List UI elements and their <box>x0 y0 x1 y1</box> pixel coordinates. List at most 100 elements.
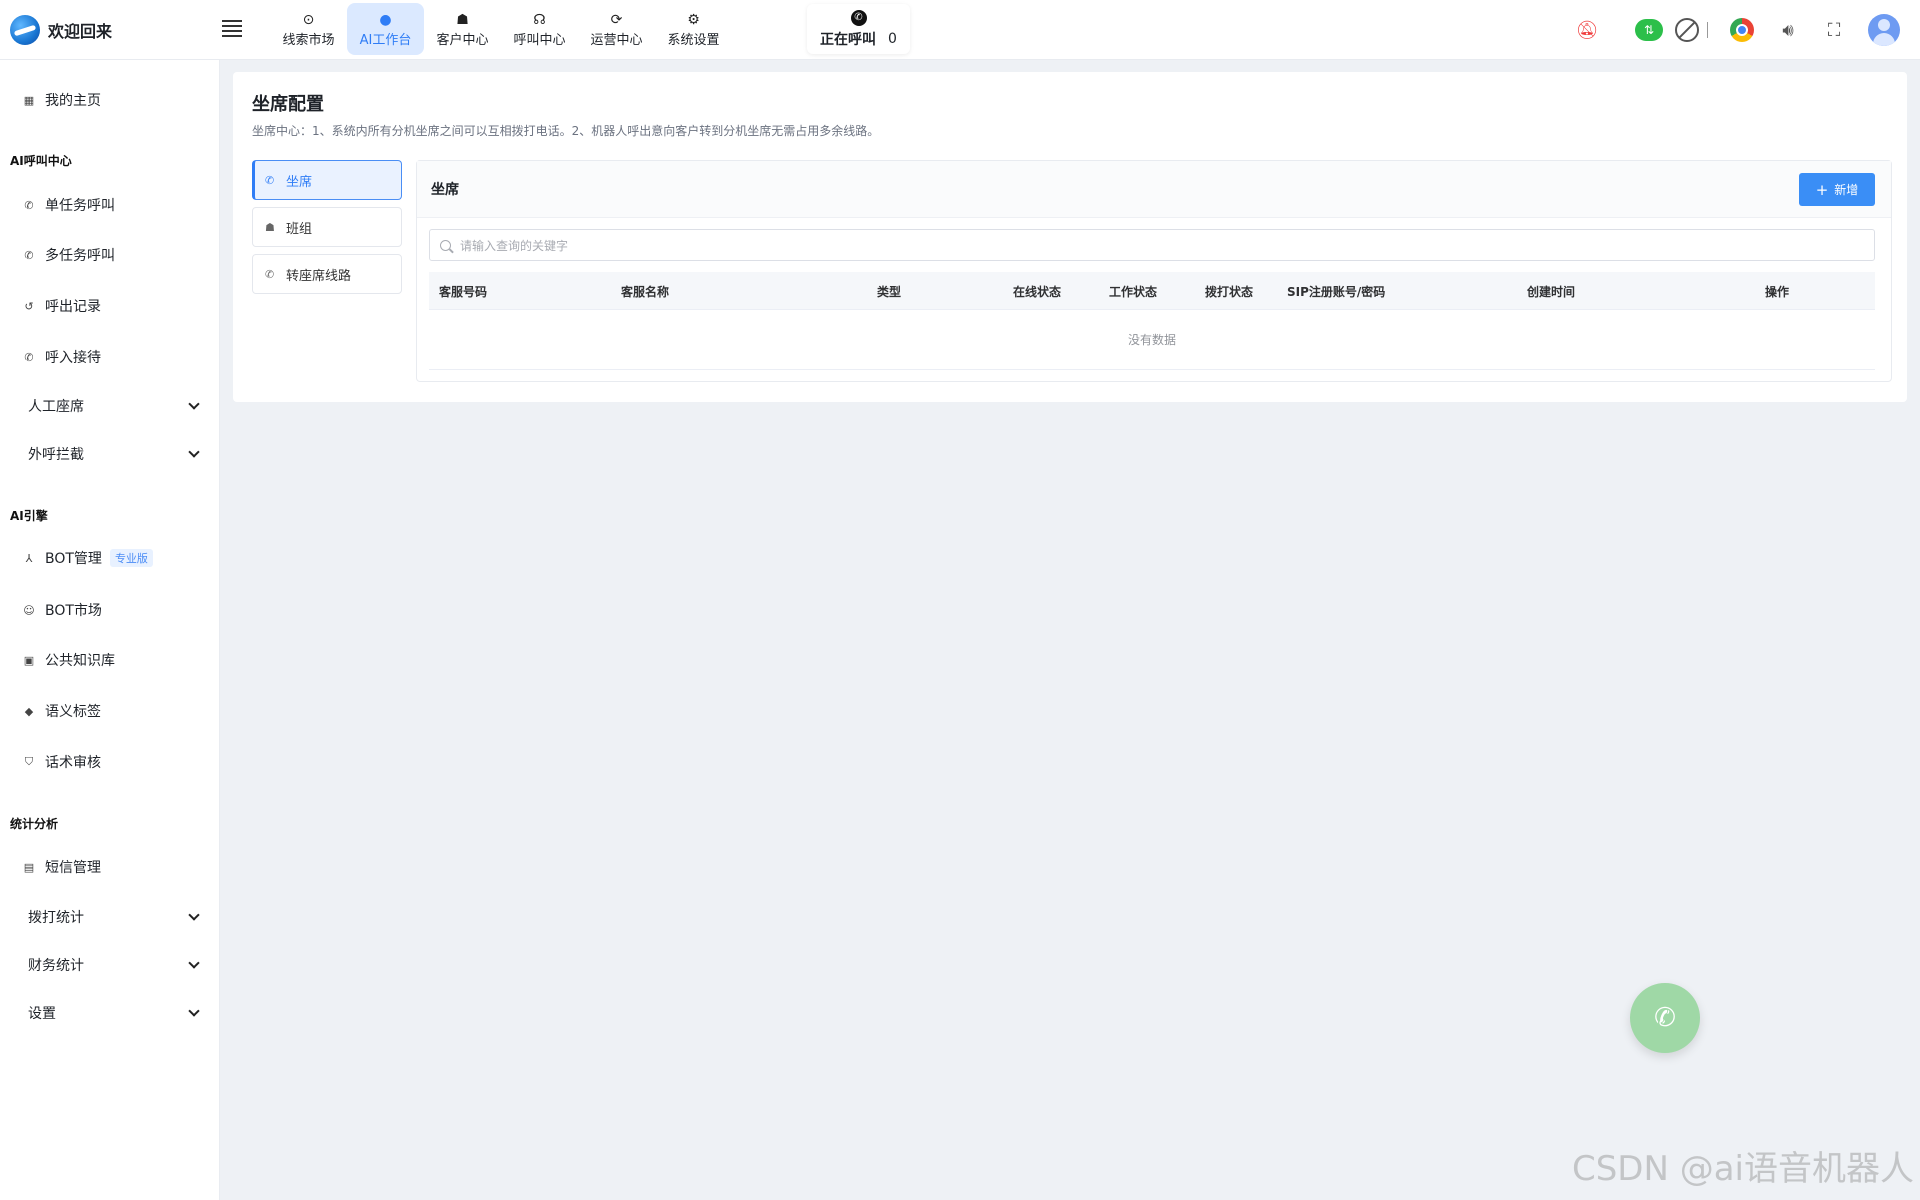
col-dial-status[interactable]: 拨打状态 <box>1205 283 1253 300</box>
watermark: CSDN @ai语音机器人 <box>1571 1149 1914 1189</box>
sidebar-item-script-review[interactable]: ⛉ 话术审核 <box>22 750 101 774</box>
nav-system-settings[interactable]: ⚙ 系统设置 <box>655 3 732 55</box>
nav-customer-center[interactable]: ☗ 客户中心 <box>424 3 501 55</box>
sidebar-item-single-task[interactable]: ✆ 单任务呼叫 <box>22 193 115 217</box>
cloud-sync-icon[interactable]: ⇅ <box>1635 19 1663 41</box>
sidebar-item-label: 多任务呼叫 <box>45 248 115 264</box>
header-actions: 🔕︎ ⇅ 🔊︎ ⛶ <box>1575 14 1900 46</box>
col-actions: 操作 <box>1765 285 1790 299</box>
nav-call-center[interactable]: ☊ 呼叫中心 <box>501 3 578 55</box>
tag-icon: ◆ <box>24 704 34 718</box>
group-icon: ☗ <box>265 220 275 234</box>
sidebar-item-multi-task[interactable]: ✆ 多任务呼叫 <box>22 243 115 267</box>
book-icon: ▣ <box>23 653 35 667</box>
menu-toggle-icon[interactable] <box>222 20 242 40</box>
nav-label: AI工作台 <box>359 32 412 48</box>
calling-count: 0 <box>888 30 897 47</box>
col-sip-account[interactable]: SIP注册账号/密码 <box>1287 283 1385 300</box>
sidebar-item-home[interactable]: ▦ 我的主页 <box>22 88 101 112</box>
history-icon: ↺ <box>24 299 34 313</box>
sidebar-item-public-kb[interactable]: ▣ 公共知识库 <box>22 648 115 672</box>
gear-icon: ⚙ <box>687 11 700 28</box>
sidebar-item-label: 人工座席 <box>28 399 84 415</box>
floating-call-button[interactable]: ✆ <box>1630 983 1700 1053</box>
tab-label: 班组 <box>286 221 313 237</box>
sidebar-item-label: 我的主页 <box>45 93 101 109</box>
nav-label: 呼叫中心 <box>513 32 566 48</box>
col-created-time[interactable]: 创建时间 <box>1527 283 1575 300</box>
nav-operations-center[interactable]: ⟳ 运营中心 <box>578 3 655 55</box>
brand-logo <box>10 15 40 45</box>
sidebar-item-finance-stats[interactable]: 财务统计 <box>28 953 200 977</box>
shield-icon: ⛉ <box>24 755 34 768</box>
fullscreen-icon[interactable]: ⛶ <box>1822 18 1846 42</box>
col-online-status[interactable]: 在线状态 <box>1013 283 1061 300</box>
brand[interactable]: 欢迎回来 <box>10 14 112 46</box>
col-type[interactable]: 类型 <box>877 283 901 300</box>
sidebar-group-ai-call: AI呼叫中心 <box>10 154 72 168</box>
search-icon <box>440 239 451 251</box>
sidebar-item-label: 设置 <box>28 1006 56 1022</box>
clue-icon: ⊙ <box>302 11 315 28</box>
chevron-down-icon <box>188 909 200 921</box>
calling-status[interactable]: ✆ 正在呼叫 0 <box>807 4 910 54</box>
dashboard-icon: ▦ <box>23 93 35 107</box>
volume-icon[interactable]: 🔊︎ <box>1776 18 1800 42</box>
sidebar-group-stats: 统计分析 <box>10 817 59 831</box>
sidebar-item-label: BOT市场 <box>45 603 102 619</box>
sidebar-item-dial-stats[interactable]: 拨打统计 <box>28 905 200 929</box>
add-button[interactable]: + 新增 <box>1799 173 1875 206</box>
phone-call-icon: ✆ <box>850 9 867 26</box>
sidebar-item-semantic-tags[interactable]: ◆ 语义标签 <box>22 699 101 723</box>
col-agent-name[interactable]: 客服名称 <box>621 283 669 300</box>
sidebar: ▦ 我的主页 AI呼叫中心 ✆ 单任务呼叫 ✆ 多任务呼叫 ↺ 呼出记录 ✆ 呼… <box>0 60 220 1200</box>
sidebar-item-label: 单任务呼叫 <box>45 198 115 214</box>
chevron-down-icon <box>188 957 200 969</box>
plus-icon: + <box>1815 180 1829 199</box>
sidebar-group-ai-engine: AI引擎 <box>10 509 48 523</box>
nav-clue-market[interactable]: ⊙ 线索市场 <box>270 3 347 55</box>
chevron-down-icon <box>188 398 200 410</box>
seat-config-card: 坐席配置 坐席中心：1、系统内所有分机坐席之间可以互相拨打电话。2、机器人呼出意… <box>233 72 1907 402</box>
sidebar-item-label: 呼出记录 <box>45 299 101 315</box>
headset-icon: ☊ <box>533 11 546 28</box>
table-header: 客服号码 客服名称 类型 在线状态 工作状态 拨打状态 SIP注册账号/密码 创… <box>429 272 1875 310</box>
col-agent-number[interactable]: 客服号码 <box>439 283 487 300</box>
sidebar-item-label: 公共知识库 <box>45 653 115 669</box>
sidebar-item-sms[interactable]: ▤ 短信管理 <box>22 855 101 879</box>
sidebar-item-bot-market[interactable]: ☺ BOT市场 <box>22 598 102 622</box>
do-not-disturb-icon[interactable] <box>1675 18 1699 42</box>
search-input[interactable]: 请输入查询的关键字 <box>429 229 1875 261</box>
phone-incoming-icon: ✆ <box>24 350 34 364</box>
phone-forward-icon: ✆ <box>265 267 275 281</box>
nav-label: 客户中心 <box>436 32 489 48</box>
phone-icon: ✆ <box>24 198 34 212</box>
sidebar-item-outbound-intercept[interactable]: 外呼拦截 <box>28 442 200 466</box>
sidebar-item-manual-seats[interactable]: 人工座席 <box>28 394 200 418</box>
nav-ai-workbench[interactable]: ● AI工作台 <box>347 3 424 55</box>
tab-transfer-lines[interactable]: ✆ 转座席线路 <box>252 254 402 294</box>
sidebar-item-label: 呼入接待 <box>45 350 101 366</box>
sidebar-item-label: 话术审核 <box>45 755 101 771</box>
sidebar-item-settings[interactable]: 设置 <box>28 1001 200 1025</box>
browser-icon[interactable] <box>1730 18 1754 42</box>
sidebar-item-label: 外呼拦截 <box>28 447 84 463</box>
ai-icon: ● <box>379 11 392 28</box>
divider <box>1707 22 1708 38</box>
chevron-down-icon <box>188 446 200 458</box>
tab-label: 坐席 <box>286 174 313 190</box>
tab-seats[interactable]: ✆ 坐席 <box>252 160 402 200</box>
sidebar-item-inbound[interactable]: ✆ 呼入接待 <box>22 345 101 369</box>
col-work-status[interactable]: 工作状态 <box>1109 283 1157 300</box>
sidebar-item-outbound-records[interactable]: ↺ 呼出记录 <box>22 294 101 318</box>
top-nav: ⊙ 线索市场 ● AI工作台 ☗ 客户中心 ☊ 呼叫中心 ⟳ 运营中心 ⚙ 系统… <box>270 3 732 55</box>
bell-muted-icon[interactable]: 🔕︎ <box>1575 18 1599 42</box>
sidebar-item-label: 财务统计 <box>28 958 84 974</box>
customers-icon: ☗ <box>456 11 469 28</box>
page-description: 坐席中心：1、系统内所有分机坐席之间可以互相拨打电话。2、机器人呼出意向客户转到… <box>252 124 880 138</box>
avatar[interactable] <box>1868 14 1900 46</box>
sidebar-item-label: BOT管理 <box>45 551 102 567</box>
page-title: 坐席配置 <box>252 94 324 115</box>
sidebar-item-bot-manage[interactable]: ⅄ BOT管理 专业版 <box>22 546 153 570</box>
tab-teams[interactable]: ☗ 班组 <box>252 207 402 247</box>
